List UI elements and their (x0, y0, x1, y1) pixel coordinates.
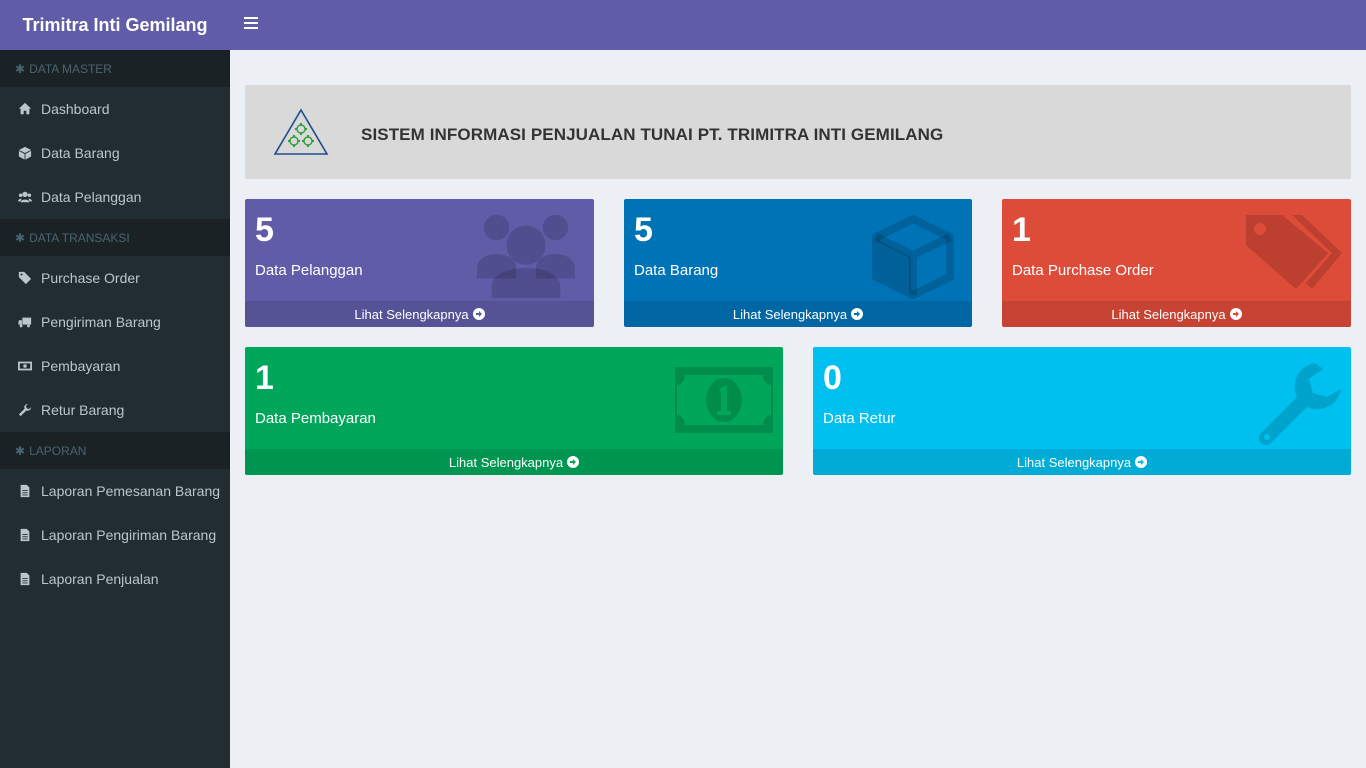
more-info-link[interactable]: Lihat Selengkapnya (624, 301, 972, 327)
home-icon (17, 101, 33, 117)
sidebar-item-pengiriman-barang[interactable]: Pengiriman Barang (0, 300, 230, 344)
wrench-icon (17, 402, 33, 418)
stat-value: 5 (634, 211, 653, 249)
more-info-link[interactable]: Lihat Selengkapnya (813, 449, 1351, 475)
section-label: LAPORAN (29, 443, 87, 458)
money-icon (675, 367, 773, 433)
asterisk-icon: ✱ (15, 61, 26, 76)
stat-box-pembayaran: 1 Data Pembayaran Lihat Selengkapnya (245, 347, 783, 475)
stat-label: Data Retur (823, 410, 896, 427)
sidebar-section-header: ✱ LAPORAN (0, 432, 230, 469)
arrow-circle-right-icon (1135, 456, 1148, 468)
arrow-circle-right-icon (851, 308, 864, 320)
asterisk-icon: ✱ (15, 230, 26, 245)
sidebar-item-label: Pengiriman Barang (41, 314, 161, 330)
stat-value: 1 (255, 359, 274, 397)
sidebar-item-dashboard[interactable]: Dashboard (0, 87, 230, 131)
stat-box-pelanggan: 5 Data Pelanggan Lihat Selengkapnya (245, 199, 594, 327)
more-info-link[interactable]: Lihat Selengkapnya (245, 449, 783, 475)
sidebar-item-retur-barang[interactable]: Retur Barang (0, 388, 230, 432)
sidebar-item-label: Data Barang (41, 145, 120, 161)
more-info-label: Lihat Selengkapnya (1016, 454, 1132, 470)
cube-icon (17, 145, 33, 161)
sidebar-item-data-pelanggan[interactable]: Data Pelanggan (0, 175, 230, 219)
stat-label: Data Pembayaran (255, 410, 376, 427)
file-icon (17, 571, 33, 587)
stat-box-barang: 5 Data Barang Lihat Selengkapnya (624, 199, 972, 327)
cube-icon (872, 215, 954, 299)
sidebar-item-laporan-penjualan[interactable]: Laporan Penjualan (0, 557, 230, 601)
wrench-icon (1258, 363, 1341, 445)
file-icon (17, 527, 33, 543)
arrow-circle-right-icon (1229, 308, 1242, 320)
sidebar-item-pembayaran[interactable]: Pembayaran (0, 344, 230, 388)
sidebar-toggle-button[interactable] (244, 17, 258, 31)
sidebar-item-label: Dashboard (41, 101, 110, 117)
tag-icon (17, 270, 33, 286)
more-info-link[interactable]: Lihat Selengkapnya (1002, 301, 1351, 327)
arrow-circle-right-icon (567, 456, 580, 468)
stat-value: 0 (823, 359, 842, 397)
truck-icon (17, 314, 33, 330)
sidebar-section-header: ✱ DATA MASTER (0, 50, 230, 87)
sidebar-item-label: Laporan Pemesanan Barang (41, 483, 221, 499)
sidebar-section-header: ✱ DATA TRANSAKSI (0, 219, 230, 256)
brand-logo-text[interactable]: Trimitra Inti Gemilang (0, 0, 230, 50)
more-info-link[interactable]: Lihat Selengkapnya (245, 301, 594, 327)
more-info-label: Lihat Selengkapnya (354, 306, 469, 322)
sidebar-item-label: Pembayaran (41, 358, 121, 374)
tags-icon (1246, 215, 1342, 289)
more-info-label: Lihat Selengkapnya (732, 306, 848, 322)
page-title: SISTEM INFORMASI PENJUALAN TUNAI PT. TRI… (361, 125, 944, 144)
main-content: SISTEM INFORMASI PENJUALAN TUNAI PT. TRI… (230, 50, 1366, 768)
arrow-circle-right-icon (472, 308, 485, 320)
more-info-label: Lihat Selengkapnya (448, 454, 564, 470)
stat-box-retur: 0 Data Retur Lihat Selengkapnya (813, 347, 1351, 475)
sidebar-item-label: Data Pelanggan (41, 189, 142, 205)
sidebar-item-label: Purchase Order (41, 270, 140, 286)
sidebar-item-laporan-pemesanan[interactable]: Laporan Pemesanan Barang (0, 469, 230, 513)
sidebar-item-purchase-order[interactable]: Purchase Order (0, 256, 230, 300)
sidebar-item-label: Retur Barang (41, 402, 125, 418)
file-icon (17, 483, 33, 499)
sidebar-item-label: Laporan Pengiriman Barang (41, 527, 217, 543)
stat-value: 1 (1012, 211, 1031, 249)
more-info-label: Lihat Selengkapnya (1111, 306, 1226, 322)
sidebar-item-label: Laporan Penjualan (41, 571, 159, 587)
company-logo (273, 108, 329, 155)
stat-box-purchase-order: 1 Data Purchase Order Lihat Selengkapnya (1002, 199, 1351, 327)
section-label: DATA MASTER (29, 61, 112, 76)
asterisk-icon: ✱ (15, 443, 26, 458)
sidebar-item-laporan-pengiriman[interactable]: Laporan Pengiriman Barang (0, 513, 230, 557)
stat-label: Data Purchase Order (1012, 262, 1154, 279)
sidebar-item-data-barang[interactable]: Data Barang (0, 131, 230, 175)
users-icon (17, 189, 33, 205)
stat-value: 5 (255, 211, 274, 249)
section-label: DATA TRANSAKSI (29, 230, 130, 245)
top-navbar (230, 0, 1366, 50)
money-icon (17, 358, 33, 374)
sidebar: Trimitra Inti Gemilang ✱ DATA MASTER Das… (0, 0, 230, 768)
welcome-banner: SISTEM INFORMASI PENJUALAN TUNAI PT. TRI… (245, 85, 1351, 179)
users-icon (477, 214, 575, 299)
stat-label: Data Barang (634, 262, 719, 279)
stat-label: Data Pelanggan (255, 262, 363, 279)
